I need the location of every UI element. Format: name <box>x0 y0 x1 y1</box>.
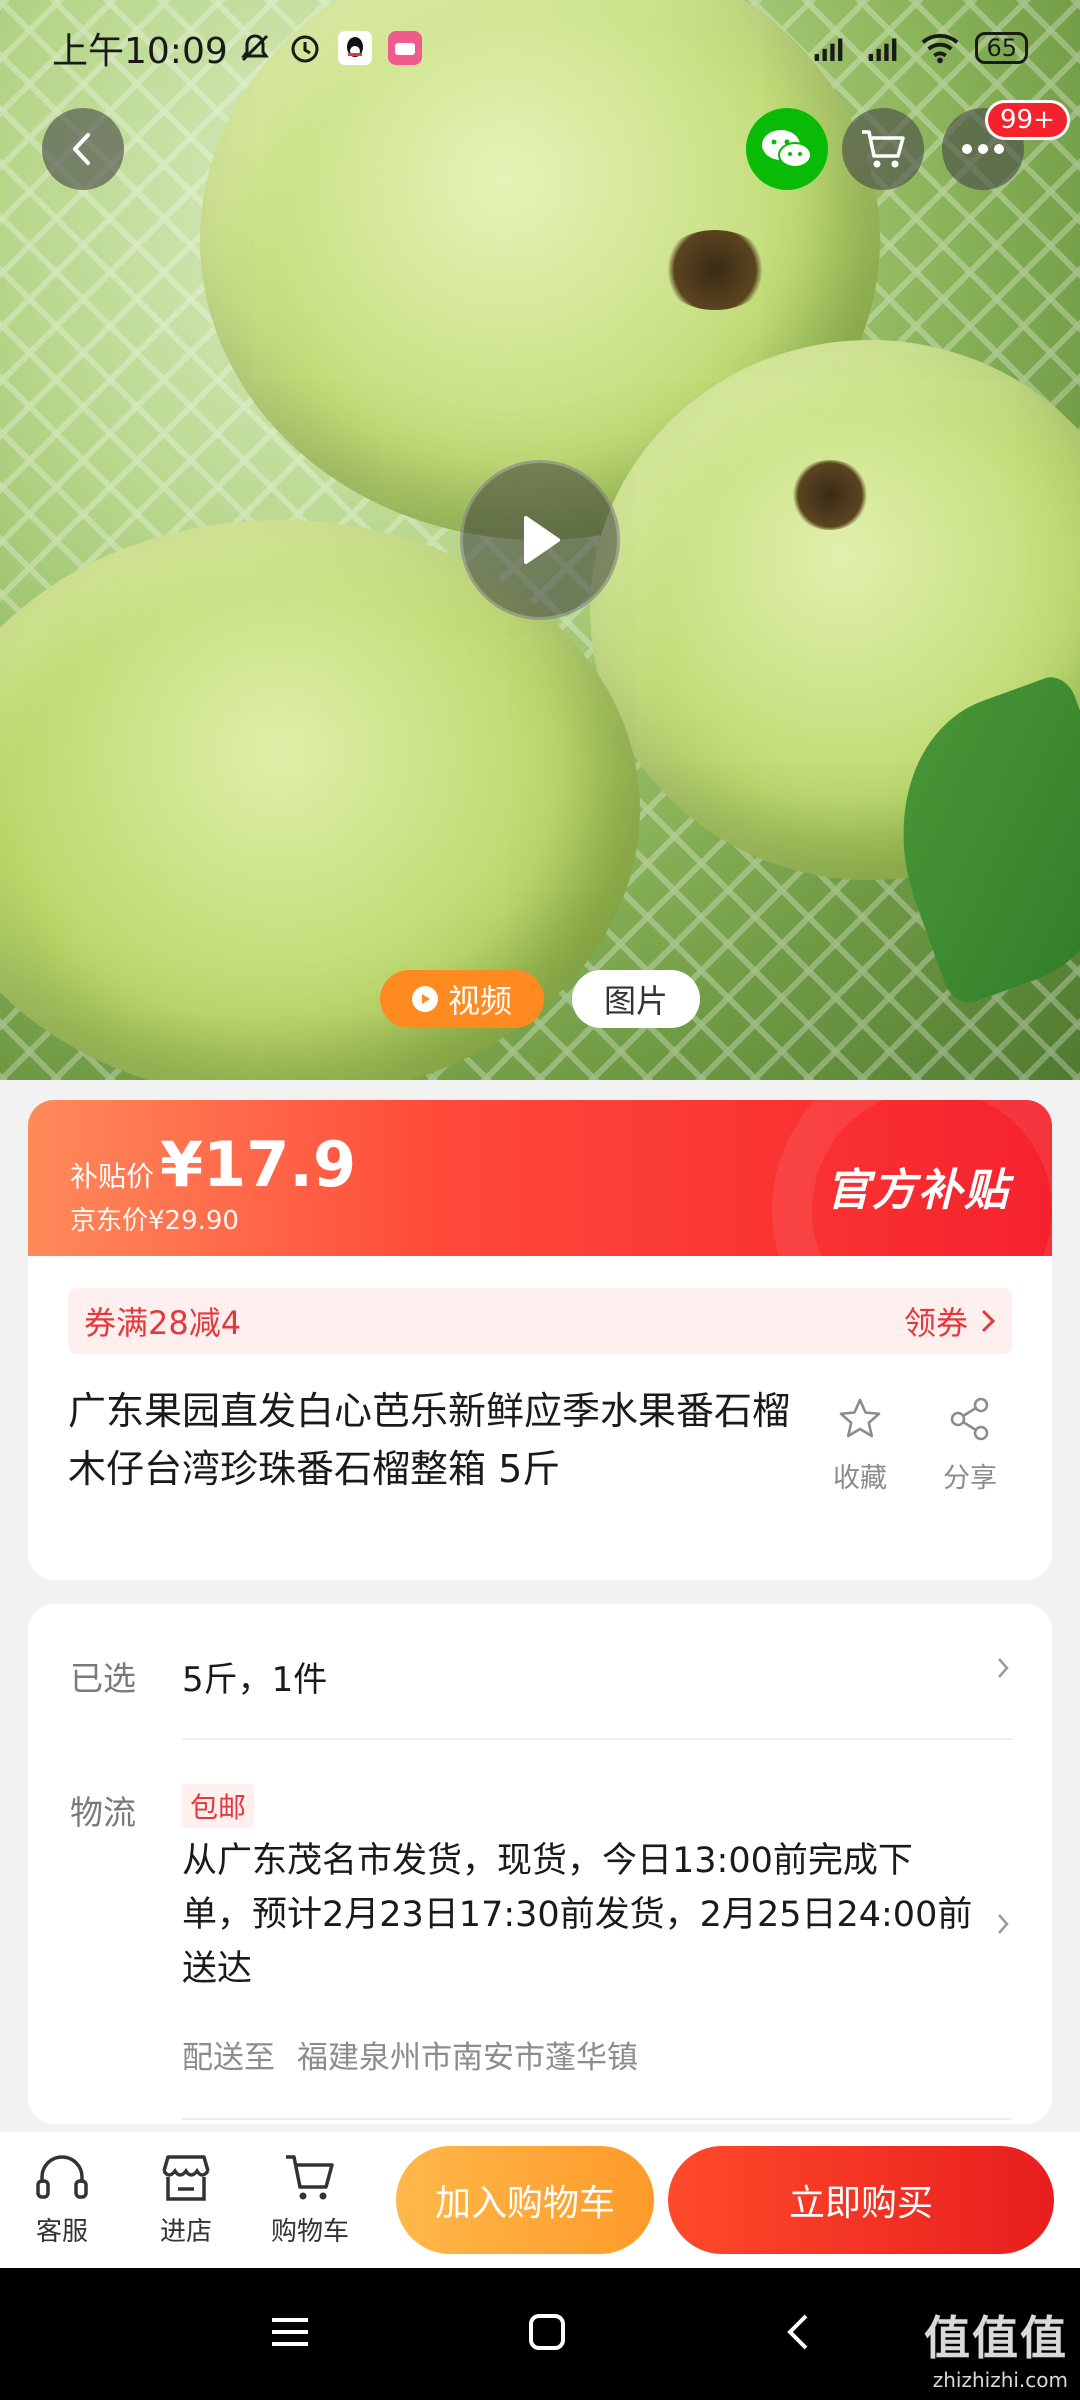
divider <box>182 1738 1012 1740</box>
selection-label: 已选 <box>70 1659 136 1698</box>
add-to-cart-button[interactable]: 加入购物车 <box>396 2146 654 2254</box>
deliver-label: 配送至 <box>182 2040 275 2076</box>
coupon-text: 券满28减4 <box>84 1304 242 1342</box>
subsidy-price: ¥17.9 <box>160 1128 357 1201</box>
deliver-address: 福建泉州市南安市蓬华镇 <box>297 2040 638 2076</box>
chevron-right-icon <box>996 1904 1010 1945</box>
logistics-label: 物流 <box>70 1793 136 1832</box>
customer-service-label: 客服 <box>35 2216 88 2247</box>
play-circle-icon <box>411 986 438 1012</box>
store-button[interactable]: 进店 <box>124 2153 248 2248</box>
back-nav-icon[interactable] <box>782 2312 812 2356</box>
tab-photo[interactable]: 图片 <box>572 970 701 1028</box>
status-bar: 上午10:09 65 <box>0 0 1080 96</box>
back-button[interactable] <box>42 108 124 190</box>
chevron-right-icon <box>981 1309 996 1333</box>
battery-icon: 65 <box>975 32 1028 64</box>
detail-card: 已选 5斤，1件 物流 包邮 从广东茂名市发货，现货，今日13:00前完成下单，… <box>28 1604 1052 2124</box>
favorite-button[interactable]: 收藏 <box>810 1396 910 1495</box>
tab-video-label: 视频 <box>447 982 512 1020</box>
favorite-label: 收藏 <box>833 1463 887 1494</box>
bottom-action-bar: 客服 进店 购物车 加入购物车 立即购买 <box>0 2132 1080 2268</box>
watermark-url: zhizhizhi.com <box>932 2368 1068 2392</box>
store-label: 进店 <box>159 2216 212 2247</box>
cart-icon <box>286 2154 334 2199</box>
divider <box>182 2118 1012 2120</box>
status-time: 上午10:09 <box>52 31 228 72</box>
product-info-card: 券满28减4 领券 广东果园直发白心芭乐新鲜应季水果番石榴木仔台湾珍珠番石榴整箱… <box>28 1256 1052 1580</box>
watermark-logo: 值值值 <box>924 2311 1068 2365</box>
play-icon <box>524 516 560 564</box>
customer-service-button[interactable]: 客服 <box>0 2153 124 2248</box>
video-play-button[interactable] <box>460 460 620 620</box>
share-icon <box>950 1397 989 1441</box>
price-banner: 补贴价 ¥17.9 京东价¥29.90 官方补贴 <box>28 1100 1052 1256</box>
media-tabs: 视频 图片 <box>0 970 1080 1028</box>
share-label: 分享 <box>943 1463 997 1494</box>
mute-icon <box>236 29 274 67</box>
cart-icon <box>862 130 905 168</box>
cart-button[interactable]: 购物车 <box>248 2153 372 2248</box>
headset-icon <box>36 2154 88 2199</box>
more-dots-icon <box>962 144 1004 154</box>
app-notification-icon <box>386 29 424 67</box>
qq-icon <box>336 29 374 67</box>
chevron-right-icon <box>996 1648 1010 1689</box>
menu-icon[interactable] <box>268 2314 312 2354</box>
cart-label: 购物车 <box>270 2216 349 2247</box>
notification-badge: 99+ <box>985 100 1070 140</box>
buy-now-button[interactable]: 立即购买 <box>668 2146 1054 2254</box>
price-label: 补贴价 <box>70 1160 155 1193</box>
watermark: 值值值 zhizhizhi.com <box>924 2302 1068 2392</box>
wifi-icon <box>921 29 959 67</box>
system-nav-bar <box>0 2268 1080 2400</box>
share-button[interactable]: 分享 <box>920 1396 1020 1495</box>
back-arrow-icon <box>73 133 90 165</box>
star-icon <box>839 1398 881 1438</box>
tab-photo-label: 图片 <box>604 982 669 1020</box>
coupon-bar[interactable]: 券满28减4 领券 <box>68 1288 1012 1354</box>
free-shipping-badge: 包邮 <box>182 1784 255 1828</box>
alarm-icon <box>286 29 324 67</box>
selection-value: 5斤，1件 <box>182 1660 328 1700</box>
cart-top-button[interactable] <box>842 108 924 190</box>
store-icon <box>162 2154 210 2201</box>
official-subsidy-tag: 官方补贴 <box>826 1165 1010 1216</box>
get-coupon-label: 领券 <box>903 1304 968 1342</box>
wechat-share-button[interactable] <box>746 108 828 190</box>
home-icon[interactable] <box>527 2312 567 2356</box>
product-title: 广东果园直发白心芭乐新鲜应季水果番石榴木仔台湾珍珠番石榴整箱 5斤 <box>68 1389 791 1491</box>
signal-icon <box>813 29 851 67</box>
deliver-to: 配送至 福建泉州市南安市蓬华镇 <box>182 2032 638 2077</box>
wechat-icon <box>762 130 812 168</box>
signal-hd-icon <box>867 29 905 67</box>
product-page: 上午10:09 65 99+ 视频 图片 补贴价 ¥17.9 京东价¥29.90… <box>0 0 1080 2400</box>
shipping-info: 从广东茂名市发货，现货，今日13:00前完成下单，预计2月23日17:30前发货… <box>182 1841 973 1989</box>
tab-video[interactable]: 视频 <box>379 970 544 1028</box>
jd-price: 京东价¥29.90 <box>70 1206 239 1236</box>
